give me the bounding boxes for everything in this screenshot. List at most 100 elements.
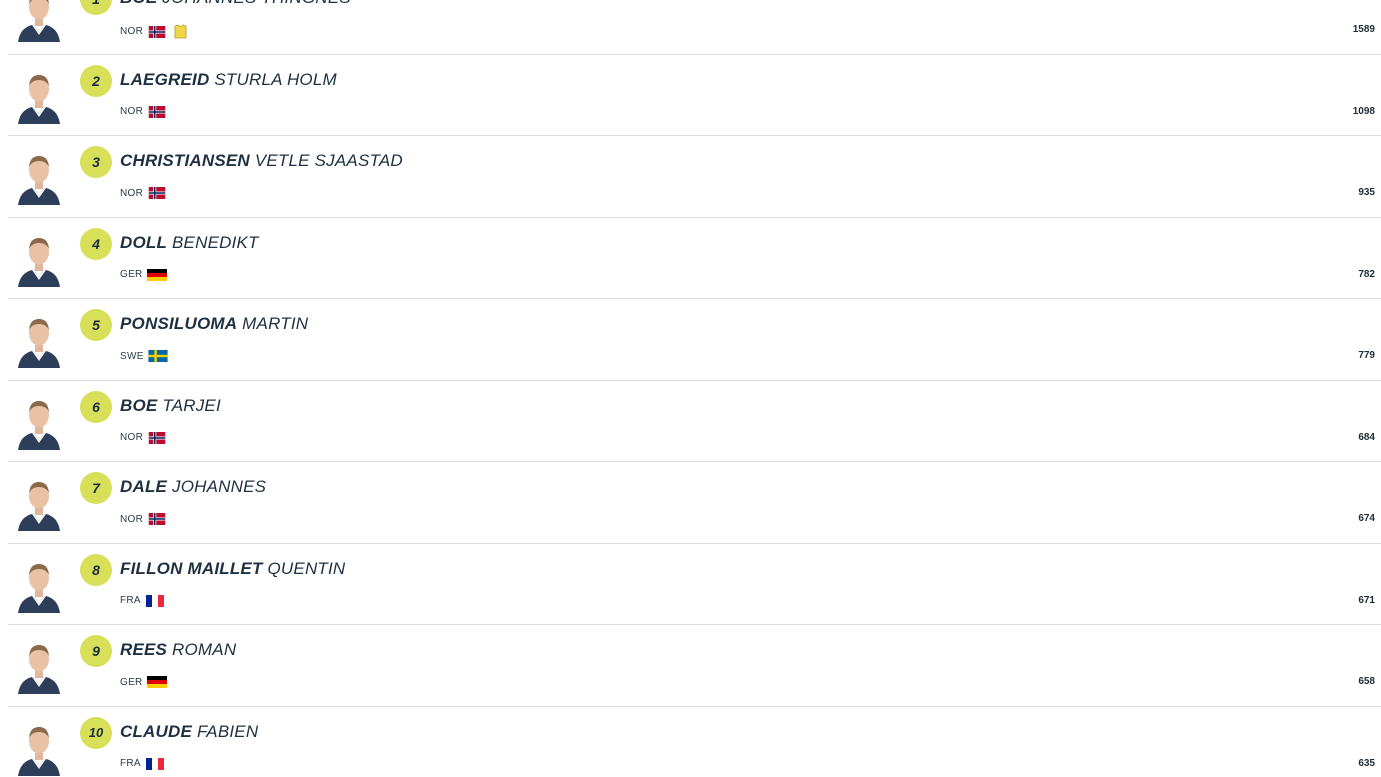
nation-code: NOR bbox=[120, 26, 144, 37]
athlete-last-name: CLAUDE bbox=[120, 721, 193, 741]
nation-code: NOR bbox=[120, 106, 144, 117]
athlete-avatar bbox=[16, 475, 62, 531]
nation-code: SWE bbox=[120, 350, 144, 362]
athlete-avatar bbox=[16, 394, 62, 450]
athlete-name[interactable]: BOE TARJEI bbox=[120, 396, 221, 416]
france-flag-icon bbox=[145, 594, 164, 607]
athlete-avatar bbox=[16, 638, 62, 694]
athlete-nation: FRA bbox=[120, 757, 165, 770]
avatar-portrait-icon bbox=[18, 156, 60, 205]
avatar-portrait-icon bbox=[18, 0, 60, 42]
athlete-nation: GER bbox=[120, 676, 167, 688]
athlete-last-name: REES bbox=[120, 640, 168, 659]
athlete-avatar bbox=[16, 312, 62, 368]
athlete-row-10[interactable]: 10 CLAUDE FABIEN FRA 635 bbox=[8, 707, 1381, 777]
athlete-first-name: TARJEI bbox=[162, 395, 221, 415]
athlete-score: 1098 bbox=[1352, 105, 1375, 117]
rank-badge: 8 bbox=[80, 553, 112, 586]
athlete-row-4[interactable]: 4 DOLL BENEDIKT GER 782 bbox=[8, 218, 1381, 299]
rank-badge: 5 bbox=[80, 309, 112, 341]
athlete-score: 782 bbox=[1358, 268, 1375, 280]
athlete-score: 935 bbox=[1358, 187, 1375, 198]
nation-code: NOR bbox=[120, 432, 144, 443]
athlete-avatar bbox=[16, 557, 62, 613]
athlete-last-name: LAEGREID bbox=[120, 69, 210, 89]
athlete-row-6[interactable]: 6 BOE TARJEI NOR 684 bbox=[8, 381, 1381, 462]
athlete-score: 671 bbox=[1358, 594, 1375, 606]
athlete-name[interactable]: BOE JOHANNES THINGNES bbox=[120, 0, 351, 8]
athlete-name[interactable]: FILLON MAILLET QUENTIN bbox=[120, 559, 345, 579]
athlete-name[interactable]: DALE JOHANNES bbox=[120, 477, 266, 497]
athlete-score: 635 bbox=[1358, 757, 1375, 769]
athlete-row-8[interactable]: 8 FILLON MAILLET QUENTIN FRA 671 bbox=[8, 544, 1381, 625]
norway-flag-icon bbox=[148, 25, 166, 38]
athlete-first-name: FABIEN bbox=[196, 721, 259, 741]
athlete-first-name: MARTIN bbox=[242, 314, 309, 333]
avatar-portrait-icon bbox=[18, 482, 60, 531]
athlete-last-name: PONSILUOMA bbox=[120, 314, 238, 333]
athlete-last-name: DOLL bbox=[120, 232, 168, 252]
athlete-last-name: BOE bbox=[120, 0, 157, 7]
leader-bib-icon bbox=[174, 24, 187, 39]
athlete-last-name: DALE bbox=[120, 477, 168, 496]
athlete-name[interactable]: CLAUDE FABIEN bbox=[120, 722, 258, 742]
athlete-nation: NOR bbox=[120, 105, 167, 118]
athlete-row-9[interactable]: 9 REES ROMAN GER 658 bbox=[8, 625, 1381, 707]
athlete-first-name: STURLA HOLM bbox=[214, 69, 337, 89]
athlete-nation: NOR bbox=[120, 513, 167, 525]
rank-badge: 6 bbox=[80, 390, 112, 423]
avatar-portrait-icon bbox=[18, 726, 60, 776]
rank-badge: 9 bbox=[80, 635, 112, 667]
athlete-score: 1589 bbox=[1352, 24, 1375, 35]
athlete-first-name: JOHANNES bbox=[172, 477, 267, 496]
athlete-row-1[interactable]: 1 BOE JOHANNES THINGNES NOR 1589 bbox=[8, 0, 1381, 55]
norway-flag-icon bbox=[148, 105, 166, 118]
athlete-name[interactable]: PONSILUOMA MARTIN bbox=[120, 314, 308, 334]
rank-badge: 10 bbox=[80, 716, 112, 749]
athlete-name[interactable]: REES ROMAN bbox=[120, 640, 236, 660]
athlete-avatar bbox=[16, 149, 62, 205]
athlete-first-name: ROMAN bbox=[172, 640, 237, 659]
athlete-nation: NOR bbox=[120, 431, 167, 444]
germany-flag-icon bbox=[146, 268, 167, 281]
athlete-name[interactable]: LAEGREID STURLA HOLM bbox=[120, 70, 337, 90]
athlete-last-name: CHRISTIANSEN bbox=[120, 151, 250, 170]
avatar-portrait-icon bbox=[18, 400, 60, 450]
rank-badge: 4 bbox=[80, 227, 112, 260]
germany-flag-icon bbox=[146, 676, 167, 688]
athlete-avatar bbox=[16, 0, 62, 42]
nation-code: GER bbox=[120, 269, 143, 280]
athlete-avatar bbox=[16, 720, 62, 776]
nation-code: GER bbox=[120, 676, 143, 688]
rank-badge: 7 bbox=[80, 472, 112, 504]
france-flag-icon bbox=[145, 757, 164, 770]
athlete-row-3[interactable]: 3 CHRISTIANSEN VETLE SJAASTAD NOR 935 bbox=[8, 136, 1381, 218]
athlete-last-name: BOE bbox=[120, 395, 158, 415]
athlete-first-name: VETLE SJAASTAD bbox=[254, 151, 403, 170]
athlete-name[interactable]: DOLL BENEDIKT bbox=[120, 233, 259, 253]
standings-list: 1 BOE JOHANNES THINGNES NOR 1589 2 LAEGR… bbox=[8, 0, 1381, 777]
athlete-nation: NOR bbox=[120, 24, 187, 39]
athlete-row-2[interactable]: 2 LAEGREID STURLA HOLM NOR 1098 bbox=[8, 55, 1381, 136]
athlete-score: 779 bbox=[1358, 350, 1375, 361]
avatar-portrait-icon bbox=[18, 74, 60, 124]
norway-flag-icon bbox=[148, 187, 166, 199]
avatar-portrait-icon bbox=[18, 319, 60, 368]
athlete-row-5[interactable]: 5 PONSILUOMA MARTIN SWE 779 bbox=[8, 299, 1381, 381]
nation-code: FRA bbox=[120, 758, 141, 769]
athlete-name[interactable]: CHRISTIANSEN VETLE SJAASTAD bbox=[120, 151, 403, 171]
nation-code: FRA bbox=[120, 595, 141, 606]
athlete-avatar bbox=[16, 231, 62, 287]
norway-flag-icon bbox=[148, 513, 166, 525]
athlete-last-name: FILLON MAILLET bbox=[120, 558, 263, 578]
athlete-avatar bbox=[16, 68, 62, 124]
athlete-row-7[interactable]: 7 DALE JOHANNES NOR 674 bbox=[8, 462, 1381, 544]
rank-badge: 1 bbox=[80, 0, 112, 15]
athlete-score: 674 bbox=[1358, 513, 1375, 524]
sweden-flag-icon bbox=[148, 350, 168, 362]
rank-badge: 3 bbox=[80, 146, 112, 178]
athlete-first-name: JOHANNES THINGNES bbox=[162, 0, 351, 7]
rank-badge: 2 bbox=[80, 64, 112, 97]
avatar-portrait-icon bbox=[18, 563, 60, 613]
athlete-nation: NOR bbox=[120, 187, 167, 199]
